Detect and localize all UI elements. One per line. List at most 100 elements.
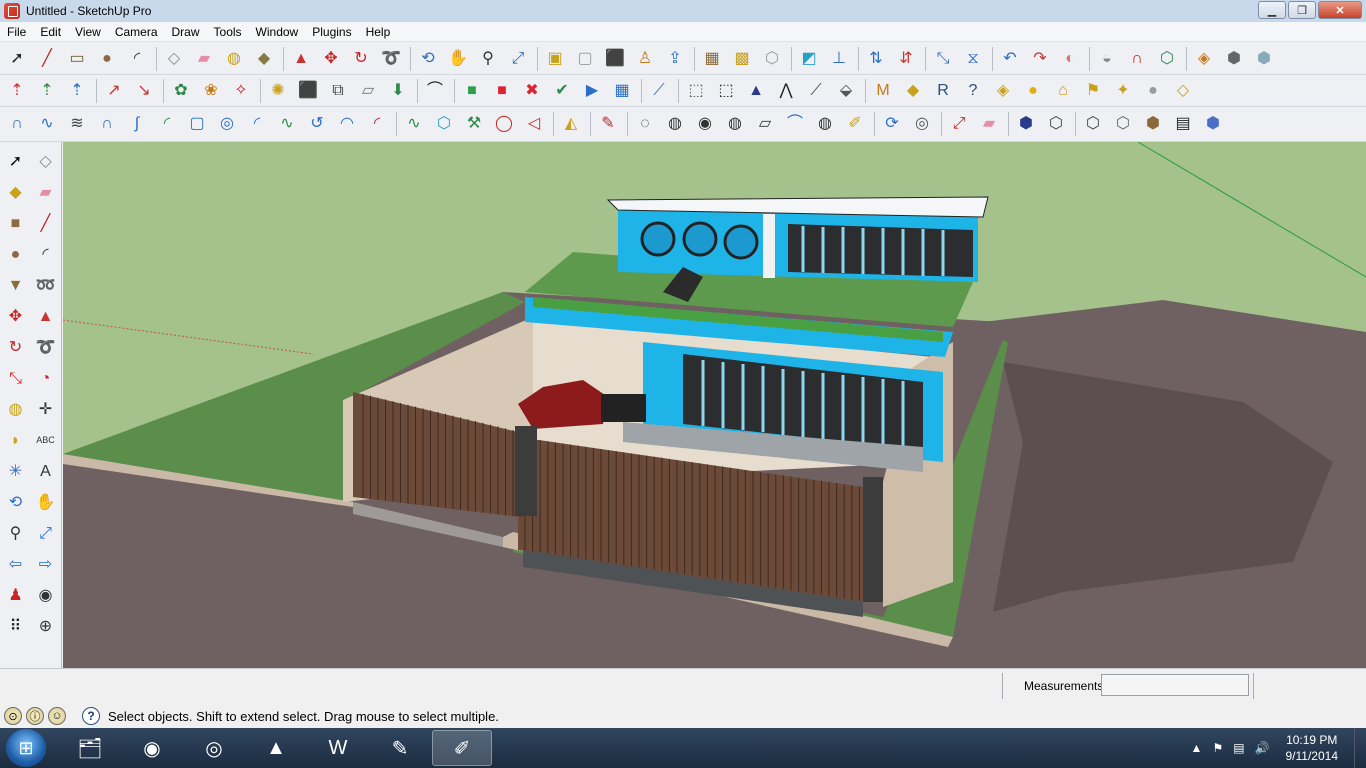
tag-icon[interactable]: ◆ — [900, 78, 926, 104]
menu-plugins[interactable]: Plugins — [305, 22, 358, 42]
next-tool-icon[interactable]: ⇨ — [32, 551, 59, 578]
box-icon[interactable]: ⬚ — [683, 78, 709, 104]
style-blue-icon[interactable]: ⬢ — [1200, 111, 1226, 137]
ruler-icon[interactable]: ⟋ — [646, 78, 672, 104]
menu-file[interactable]: File — [0, 22, 33, 42]
text-arrows-icon[interactable]: ⇵ — [893, 46, 919, 72]
push-pull-tool-icon[interactable]: ▲ — [32, 303, 59, 330]
autocad-app-icon[interactable]: ▲ — [246, 730, 306, 766]
axes-tool-icon[interactable]: ✳ — [2, 458, 29, 485]
magnet-icon[interactable]: ∩ — [1124, 46, 1150, 72]
settings-ring-icon[interactable]: ◎ — [909, 111, 935, 137]
spotlight-icon[interactable]: ✦ — [1110, 78, 1136, 104]
film-grid-icon[interactable]: ▦ — [609, 78, 635, 104]
spp-icon[interactable]: ✧ — [228, 78, 254, 104]
terrain-icon[interactable]: ⬙ — [833, 78, 859, 104]
solid-box-icon[interactable]: ⬢ — [1251, 46, 1277, 72]
curve-7-icon[interactable]: ▢ — [184, 111, 210, 137]
freehand-tool-icon[interactable]: ➿ — [32, 272, 59, 299]
menu-view[interactable]: View — [68, 22, 108, 42]
spline-icon[interactable]: ◁ — [521, 111, 547, 137]
arc-icon[interactable]: ◜ — [124, 46, 150, 72]
instructor-help-icon[interactable]: ? — [82, 707, 100, 725]
loft-5-icon[interactable]: ▱ — [752, 111, 778, 137]
circle-tool-icon[interactable]: ● — [2, 241, 29, 268]
next-view-icon[interactable]: ▢ — [572, 46, 598, 72]
curve-5-icon[interactable]: ∫ — [124, 111, 150, 137]
wireframe-box-icon[interactable]: ⬢ — [1221, 46, 1247, 72]
orbit-tool-icon[interactable]: ⟲ — [2, 489, 29, 516]
film-play-icon[interactable]: ▶ — [579, 78, 605, 104]
volume-icon[interactable]: 🔊 — [1255, 741, 1270, 755]
plane-icon[interactable]: ◇ — [1170, 78, 1196, 104]
flag-icon[interactable]: ⚑ — [1080, 78, 1106, 104]
push-pull-icon[interactable]: ▲ — [288, 46, 314, 72]
loft-3-icon[interactable]: ◉ — [692, 111, 718, 137]
pan-tool-icon[interactable]: ✋ — [32, 489, 59, 516]
sun-icon[interactable]: ● — [1020, 78, 1046, 104]
follow-me-tool-icon[interactable]: ➰ — [32, 334, 59, 361]
maximize-button[interactable]: ❐ — [1288, 1, 1316, 19]
measure-arrow-icon[interactable]: ⤢ — [946, 111, 972, 137]
credits-icon[interactable]: ⓘ — [26, 707, 44, 725]
svg-import-icon[interactable]: ⬇ — [385, 78, 411, 104]
eraser-tool-icon[interactable]: ▰ — [32, 179, 59, 206]
protractor-tool-icon[interactable]: ◗ — [2, 427, 29, 454]
line-icon[interactable]: ╱ — [34, 46, 60, 72]
surface-icon[interactable]: ◭ — [558, 111, 584, 137]
arrow-up-icon[interactable]: ↗ — [101, 78, 127, 104]
tape-measure-icon[interactable]: ◍ — [221, 46, 247, 72]
firefox-app-icon[interactable]: ◉ — [122, 730, 182, 766]
rotate-tool-icon[interactable]: ↻ — [2, 334, 29, 361]
label-icon[interactable]: ◈ — [990, 78, 1016, 104]
clock[interactable]: 10:19 PM 9/11/2014 — [1286, 732, 1339, 764]
sketchup-app-icon[interactable]: ✐ — [432, 730, 492, 766]
bee-icon[interactable]: ✺ — [265, 78, 291, 104]
eraser-pink-icon[interactable]: ▰ — [976, 111, 1002, 137]
pin-icon[interactable]: ⟋ — [803, 78, 829, 104]
zoom-tool-icon[interactable]: ⚲ — [2, 520, 29, 547]
axis-n-icon[interactable]: ⇡ — [64, 78, 90, 104]
arrow-right-icon[interactable]: ↘ — [131, 78, 157, 104]
palm-icon[interactable]: ❀ — [198, 78, 224, 104]
user-icon[interactable]: ☺ — [48, 707, 66, 725]
model-viewport[interactable] — [63, 142, 1366, 668]
paint-app-icon[interactable]: ✎ — [370, 730, 430, 766]
tray-up-arrow-icon[interactable]: ▲ — [1191, 741, 1203, 755]
3d-text-tool-icon[interactable]: A — [32, 458, 59, 485]
curve-2-icon[interactable]: ∿ — [34, 111, 60, 137]
r-badge-icon[interactable]: R — [930, 78, 956, 104]
arc-tool-icon[interactable]: ⌒ — [422, 78, 448, 104]
film-x-icon[interactable]: ✖ — [519, 78, 545, 104]
tape-tool-icon[interactable]: ◍ — [2, 396, 29, 423]
curve-8-icon[interactable]: ◎ — [214, 111, 240, 137]
menu-draw[interactable]: Draw — [165, 22, 207, 42]
orbit-icon[interactable]: ⟲ — [415, 46, 441, 72]
text-tool-icon[interactable]: ABC — [32, 427, 59, 454]
curve-4-icon[interactable]: ∩ — [94, 111, 120, 137]
menu-window[interactable]: Window — [249, 22, 306, 42]
curve-9-icon[interactable]: ◜ — [244, 111, 270, 137]
scale-tool-icon[interactable]: ⤡ — [2, 365, 29, 392]
menu-help[interactable]: Help — [359, 22, 398, 42]
explorer-app-icon[interactable]: 🗂 — [60, 730, 120, 766]
menu-camera[interactable]: Camera — [108, 22, 165, 42]
previous-tool-icon[interactable]: ⇦ — [2, 551, 29, 578]
menu-tools[interactable]: Tools — [207, 22, 249, 42]
style-texture-icon[interactable]: ⬢ — [1140, 111, 1166, 137]
make-component-icon[interactable]: ◇ — [161, 46, 187, 72]
move-icon[interactable]: ✥ — [318, 46, 344, 72]
sandbox-icon[interactable]: ◐ — [1057, 46, 1083, 72]
lamp-icon[interactable]: ⌂ — [1050, 78, 1076, 104]
loft-2-icon[interactable]: ◍ — [662, 111, 688, 137]
eraser-small-icon[interactable]: ▱ — [355, 78, 381, 104]
component-options-icon[interactable]: ⬡ — [1154, 46, 1180, 72]
circle-icon[interactable]: ● — [94, 46, 120, 72]
style-xray-icon[interactable]: ▤ — [1170, 111, 1196, 137]
zoom-extents-icon[interactable]: ⤢ — [505, 46, 531, 72]
get-models-icon[interactable]: ⬛ — [602, 46, 628, 72]
line-tool-icon[interactable]: ╱ — [32, 210, 59, 237]
measurements-input[interactable] — [1101, 674, 1249, 696]
top-view-icon[interactable]: ▩ — [729, 46, 755, 72]
vegetation-icon[interactable]: ✿ — [168, 78, 194, 104]
